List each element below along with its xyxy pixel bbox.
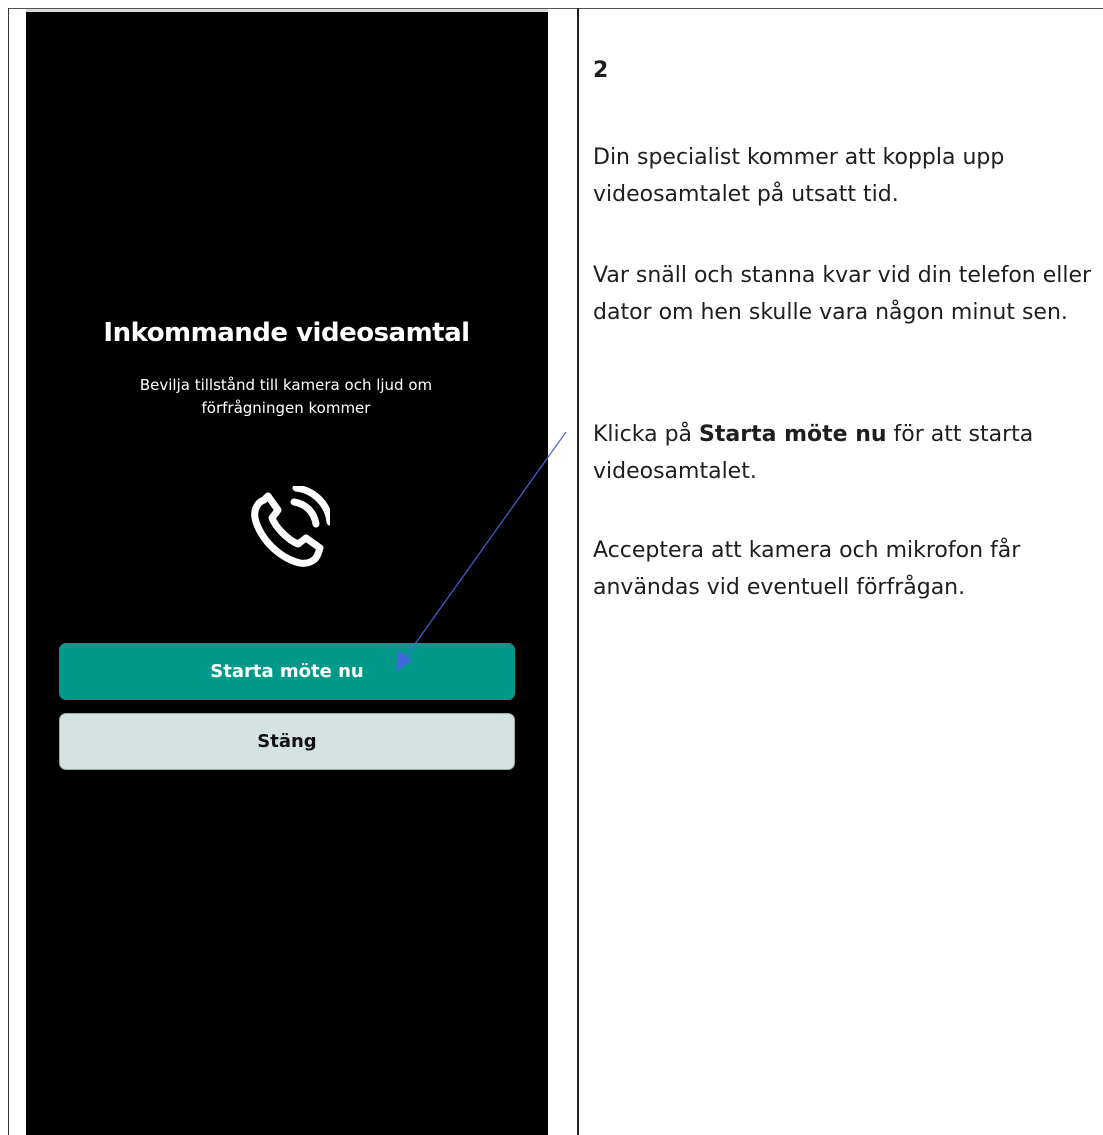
instruction-paragraph-2: Var snäll och stanna kvar vid din telefo… — [593, 263, 1092, 325]
phone-top-edge — [26, 9, 548, 12]
instruction-paragraph-4: Acceptera att kamera och mikrofon får an… — [593, 538, 1021, 600]
instruction-paragraph-1: Din specialist kommer att koppla upp vid… — [593, 145, 1005, 207]
incoming-call-title: Inkommande videosamtal — [103, 318, 470, 348]
document-table: Inkommande videosamtal Bevilja tillstånd… — [0, 0, 1103, 1135]
table-border-left — [8, 8, 9, 1135]
start-meeting-button[interactable]: Starta möte nu — [59, 643, 515, 700]
phone-screenshot — [26, 9, 548, 1135]
step-number: 2 — [593, 58, 609, 83]
instruction-paragraph-3-bold: Starta möte nu — [699, 422, 887, 447]
incoming-call-subtitle: Bevilja tillstånd till kamera och ljud o… — [139, 376, 433, 417]
table-column-divider — [577, 8, 579, 1135]
close-button[interactable]: Stäng — [59, 713, 515, 770]
phone-call-icon — [251, 486, 330, 567]
instruction-paragraph-3-prefix: Klicka på — [593, 422, 700, 447]
instruction-paragraph-3: Klicka på Starta möte nu för att starta … — [593, 416, 1098, 490]
